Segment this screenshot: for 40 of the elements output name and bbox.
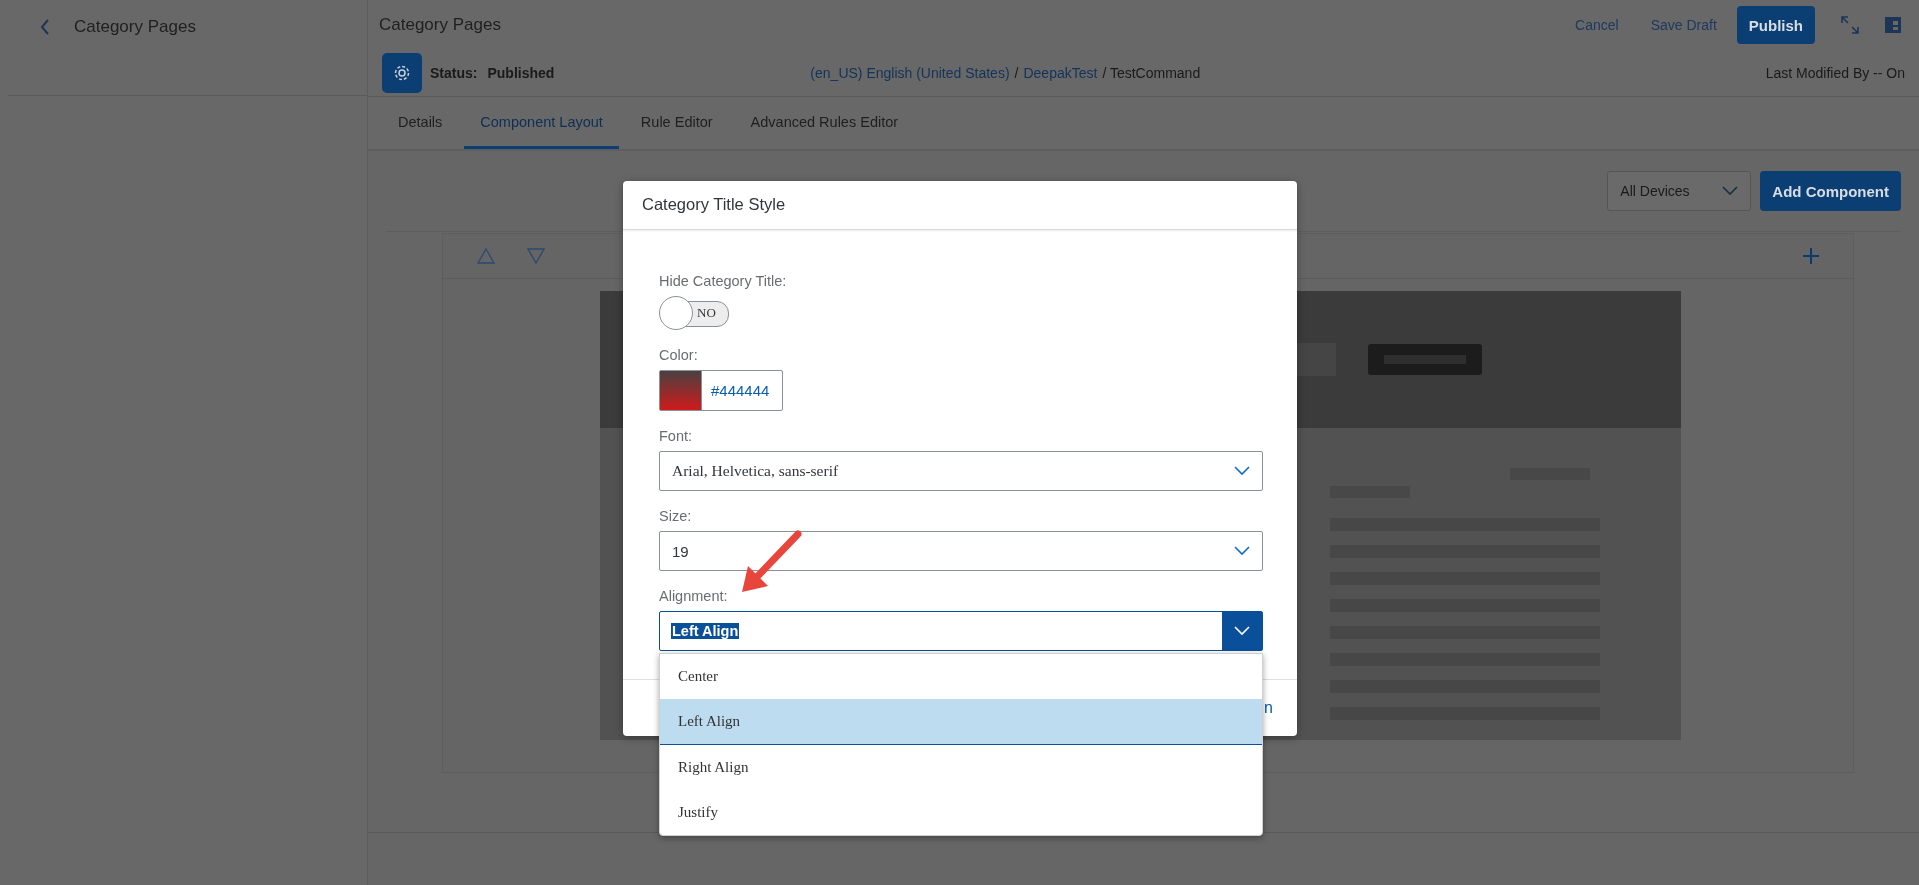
dropdown-option[interactable]: Right Align	[660, 745, 1262, 790]
breadcrumb-text: / TestCommand	[1102, 65, 1201, 81]
annotation-arrow	[740, 530, 804, 594]
field-label: Font:	[659, 428, 693, 444]
fullscreen-icon[interactable]	[1841, 16, 1859, 34]
select-field[interactable]: 19	[659, 531, 1263, 571]
dropdown-option[interactable]: Justify	[660, 790, 1262, 835]
publish-button[interactable]: Publish	[1736, 6, 1815, 44]
color-swatch	[660, 371, 702, 410]
settings-icon	[393, 64, 411, 82]
triangle-down-icon[interactable]	[527, 248, 545, 264]
select-field[interactable]: Arial, Helvetica, sans-serif	[659, 451, 1263, 491]
status-value: Published	[487, 65, 555, 81]
page-title: Category Pages	[379, 15, 501, 35]
chevron-down-icon	[1234, 626, 1250, 636]
plus-icon[interactable]	[1802, 247, 1820, 265]
field-label: Color:	[659, 347, 698, 363]
settings-button[interactable]	[382, 53, 422, 93]
add-component-button[interactable]: Add Component	[1760, 171, 1901, 211]
chevron-down-icon	[1234, 466, 1250, 476]
chevron-down-icon	[1722, 186, 1739, 196]
chevron-down-icon	[1234, 546, 1250, 556]
color-field[interactable]: #444444	[659, 370, 783, 411]
layout-icon[interactable]	[1885, 17, 1901, 33]
sidebar-title: Category Pages	[74, 17, 196, 37]
field-label: Size:	[659, 508, 692, 524]
dropdown-option[interactable]: Center	[660, 654, 1262, 699]
toggle-switch[interactable]: NO	[659, 296, 729, 330]
breadcrumb-text: /	[1014, 65, 1019, 81]
dropdown-option[interactable]: Left Align	[660, 699, 1262, 745]
field-label: Hide Category Title:	[659, 273, 787, 289]
chevron-left-icon	[40, 19, 50, 35]
dialog-button[interactable]: n	[1264, 699, 1273, 717]
last-modified-text: Last Modified By -- On	[1765, 65, 1905, 81]
field-label: Alignment:	[659, 588, 728, 604]
back-button[interactable]	[40, 17, 50, 37]
triangle-up-icon[interactable]	[477, 248, 495, 264]
status-label: Status:	[430, 65, 478, 81]
dialog-title: Category Title Style	[623, 181, 1297, 230]
select-field[interactable]: Left Align	[659, 611, 1263, 651]
